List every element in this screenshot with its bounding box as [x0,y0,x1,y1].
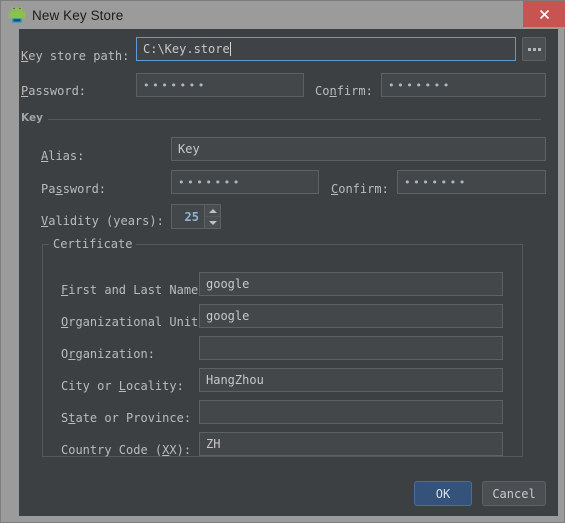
country-code-label: Country Code (XX): [61,443,192,457]
key-store-confirm-input[interactable]: ••••••• [381,73,546,97]
key-password-input[interactable]: ••••••• [171,170,319,194]
window-title: New Key Store [32,7,124,23]
organizational-unit-label: Organizational Unit: [61,315,206,329]
chevron-down-icon [208,220,217,225]
first-last-name-value: google [206,277,250,291]
country-code-input[interactable]: ZH [199,432,503,456]
cancel-button-label: Cancel [492,486,536,501]
validity-years-value[interactable]: 25 [172,205,204,228]
city-locality-label: City or Locality: [61,379,184,393]
ellipsis-dot-icon [527,47,531,51]
key-group-title: Key [21,112,48,124]
city-locality-value: HangZhou [206,373,264,387]
state-province-label: State or Province: [61,411,192,425]
key-store-password-value: ••••••• [143,78,207,92]
key-store-path-label: Key store path: [21,49,130,63]
key-password-label: Password: [41,182,107,196]
stepper-down-button[interactable] [205,217,220,228]
key-store-confirm-label: Confirm: [315,84,373,98]
validity-years-stepper[interactable]: 25 [171,204,221,229]
android-icon [8,6,26,24]
key-confirm-input[interactable]: ••••••• [397,170,546,194]
key-store-password-input[interactable]: ••••••• [136,73,304,97]
organization-label: Organization: [61,347,155,361]
state-province-input[interactable] [199,400,503,424]
alias-input[interactable]: Key [171,137,546,161]
close-button[interactable] [523,1,565,27]
country-code-value: ZH [206,437,221,451]
stepper-up-button[interactable] [205,205,220,217]
first-last-name-label: First and Last Name: [61,283,206,297]
organizational-unit-value: google [206,309,250,323]
cancel-button[interactable]: Cancel [482,481,546,506]
chevron-up-icon [208,208,217,213]
city-locality-input[interactable]: HangZhou [199,368,503,392]
ellipsis-dot-icon [532,47,536,51]
stepper-arrows [204,205,220,228]
key-store-path-input[interactable]: C:\Key.store [136,37,516,61]
close-icon [539,9,550,20]
dialog-window: New Key Store Key store path: C:\Key.sto… [0,0,565,523]
alias-value: Key [178,142,200,156]
dialog-content-panel: Key store path: C:\Key.store Password: •… [19,29,558,516]
key-group-separator [21,119,541,120]
text-caret [229,42,231,56]
key-confirm-label: Confirm: [331,182,389,196]
key-confirm-value: ••••••• [404,175,468,189]
first-last-name-input[interactable]: google [199,272,503,296]
organizational-unit-input[interactable]: google [199,304,503,328]
key-password-value: ••••••• [178,175,242,189]
title-bar: New Key Store [1,1,565,29]
key-store-path-value: C:\Key.store [143,42,230,56]
key-store-confirm-value: ••••••• [388,78,452,92]
ellipsis-dot-icon [537,47,541,51]
ok-button-label: OK [435,486,451,501]
organization-input[interactable] [199,336,503,360]
alias-label: Alias: [41,149,85,163]
validity-label: Validity (years): [41,214,164,228]
ok-button[interactable]: OK [414,481,472,506]
certificate-group-title: Certificate [49,238,137,251]
browse-path-button[interactable] [522,37,546,61]
key-store-password-label: Password: [21,84,87,98]
